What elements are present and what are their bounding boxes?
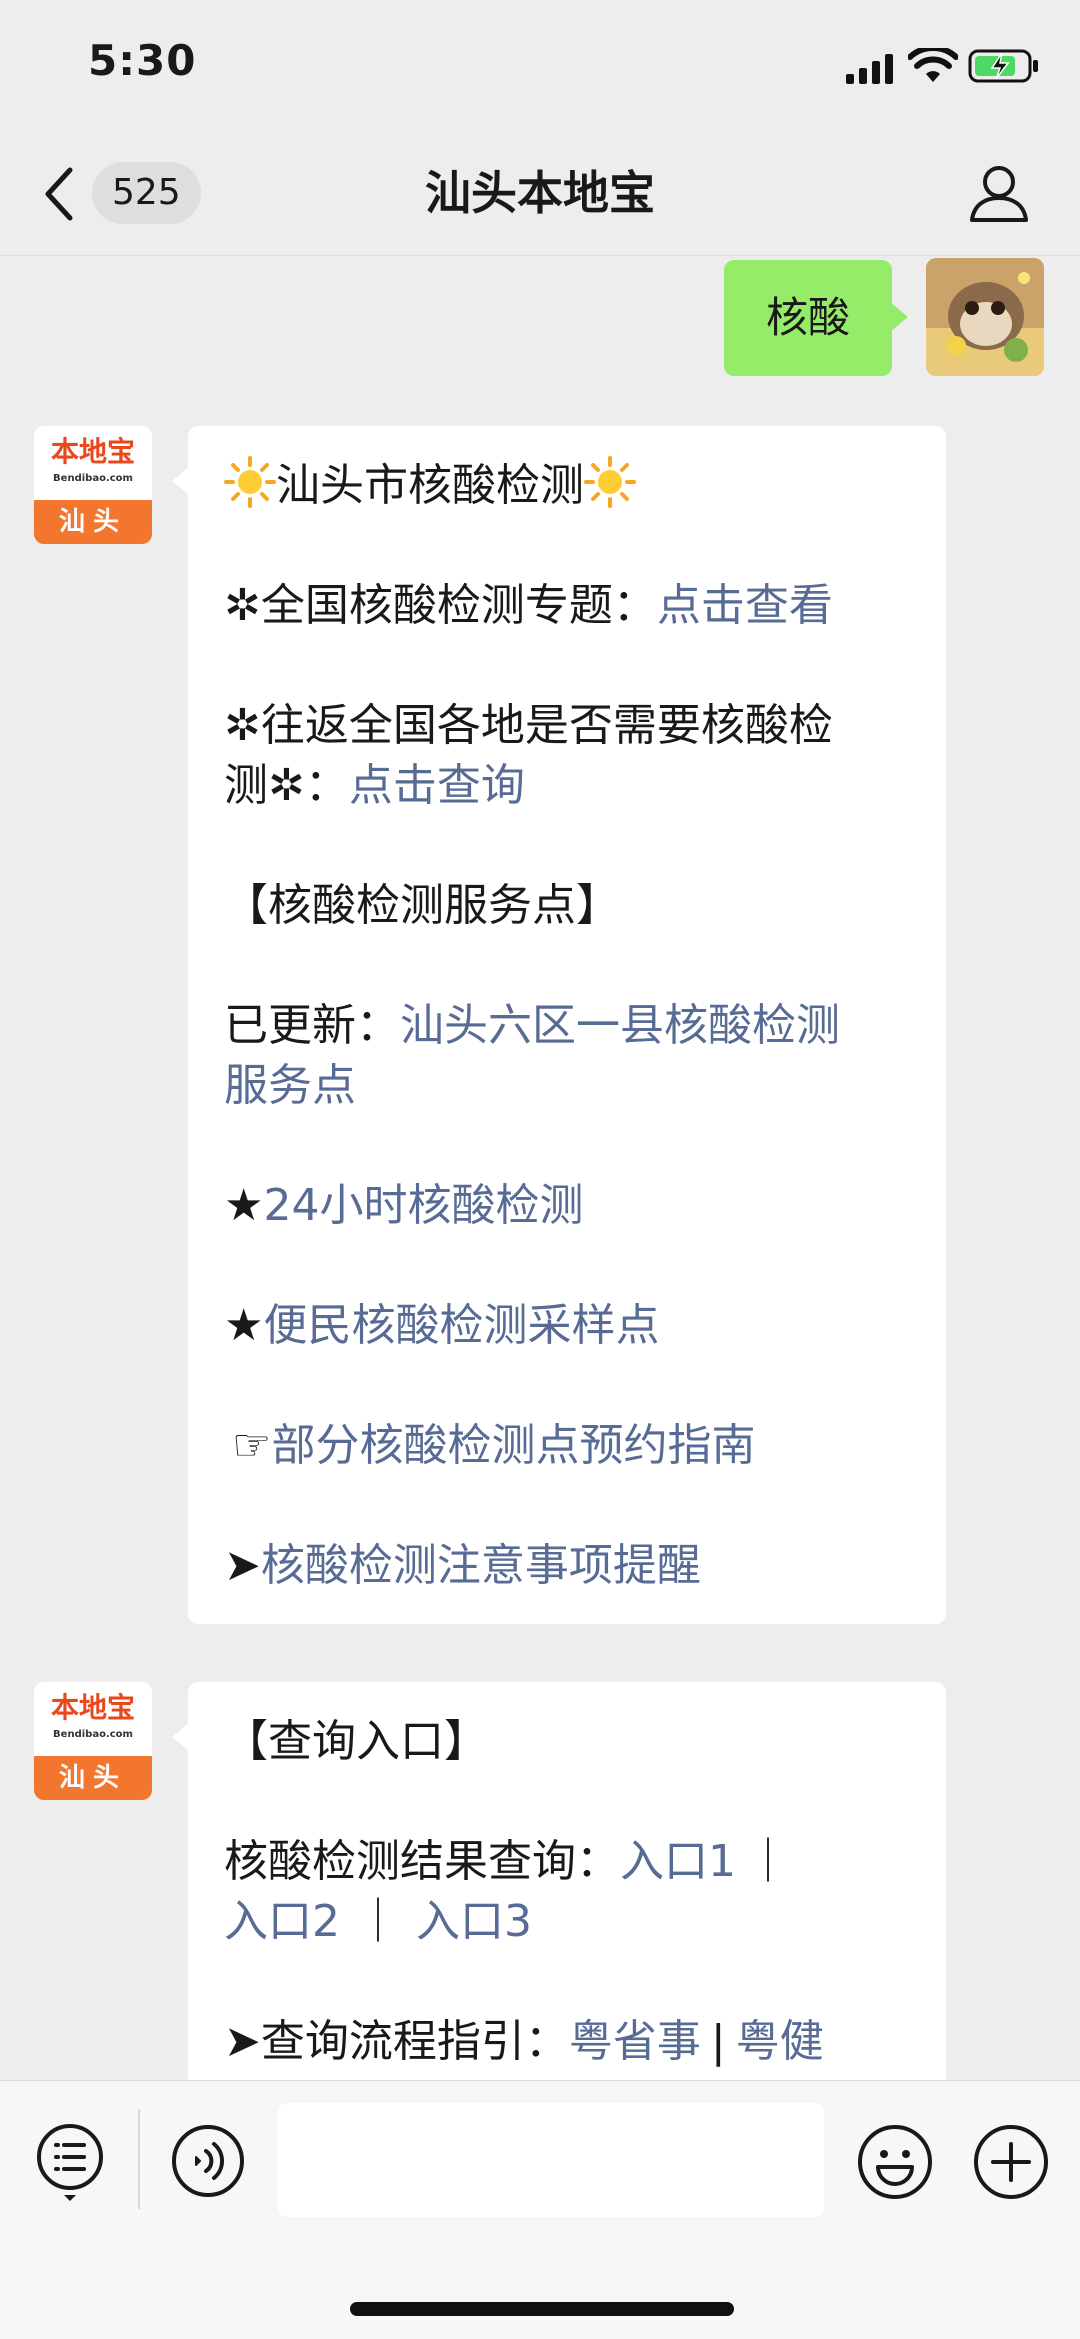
wifi-icon (908, 48, 958, 82)
bendibao-logo-avatar[interactable]: 本地宝 Bendibao.com 汕头 (34, 426, 152, 544)
section-heading: 【核酸检测服务点】 (224, 880, 620, 931)
travel-label-line2: 测✲： (224, 760, 349, 811)
nav-bar: 525 汕头本地宝 (0, 130, 1080, 256)
guide-label: ➤查询流程指引： (224, 2016, 569, 2067)
battery-charging-icon (968, 49, 1038, 83)
cellular-signal-icon (846, 54, 893, 84)
home-indicator (350, 2302, 734, 2316)
emoji-icon[interactable] (856, 2123, 934, 2201)
star-marker: ★ (224, 1180, 264, 1231)
outgoing-message-bubble[interactable]: 核酸 (724, 260, 908, 376)
divider (138, 2109, 140, 2209)
separator: ｜ (356, 1896, 400, 1947)
yuejian-link[interactable]: 粤健 (736, 2016, 824, 2067)
updated-service-points-link[interactable]: 汕头六区一县核酸检测 (400, 1000, 840, 1051)
message-list[interactable]: 核酸 本地宝 Bendibao.com 汕头 汕头市核酸检测 ✲全国核酸检测专题… (0, 256, 1080, 2080)
sampling-points-link[interactable]: 便民核酸检测采样点 (263, 1300, 659, 1351)
status-bar: 5:30 (0, 0, 1080, 130)
entry-2-link[interactable]: 入口2 (224, 1896, 340, 1947)
input-bar (0, 2080, 1080, 2339)
sun-icon (584, 456, 636, 508)
updated-service-points-link-cont[interactable]: 服务点 (224, 1056, 910, 1116)
chat-title: 汕头本地宝 (425, 166, 655, 220)
entry-1-link[interactable]: 入口1 (620, 1836, 736, 1887)
pointing-hand-icon: ☞ (232, 1420, 272, 1471)
testing-notes-link[interactable]: 核酸检测注意事项提醒 (261, 1540, 701, 1591)
user-avatar[interactable] (926, 258, 1044, 376)
travel-label-line1: ✲往返全国各地是否需要核酸检 (224, 700, 833, 751)
arrow-marker: ➤ (224, 1540, 261, 1591)
star-marker: ★ (224, 1300, 264, 1351)
message-input[interactable] (278, 2103, 824, 2217)
menu-list-icon[interactable] (34, 2121, 106, 2205)
bendibao-logo-avatar[interactable]: 本地宝 Bendibao.com 汕头 (34, 1682, 152, 1800)
guide-separator: | (710, 2016, 726, 2067)
separator: ｜ (746, 1836, 790, 1887)
plus-icon[interactable] (972, 2123, 1050, 2201)
updated-label: 已更新： (224, 1000, 400, 1051)
topic-label: ✲全国核酸检测专题： (224, 580, 657, 631)
sun-icon (224, 456, 276, 508)
entry-3-link[interactable]: 入口3 (416, 1896, 532, 1947)
incoming-message-bubble: 汕头市核酸检测 ✲全国核酸检测专题：点击查看 ✲往返全国各地是否需要核酸检 测✲… (172, 426, 946, 1624)
chat-screen: 5:30 525 汕头本地宝 核酸 本地宝 Bendibao.com 汕头 汕头… (0, 0, 1080, 2339)
booking-guide-link[interactable]: 部分核酸检测点预约指南 (271, 1420, 755, 1471)
yueshengshi-link[interactable]: 粤省事 (569, 2016, 701, 2067)
voice-input-icon[interactable] (170, 2123, 246, 2199)
result-query-label: 核酸检测结果查询： (224, 1836, 620, 1887)
topic-link[interactable]: 点击查看 (657, 580, 833, 631)
profile-icon[interactable] (968, 162, 1030, 224)
message-title: 汕头市核酸检测 (276, 460, 584, 511)
travel-query-link[interactable]: 点击查询 (349, 760, 525, 811)
incoming-message-bubble: 【查询入口】 核酸检测结果查询：入口1 ｜ 入口2 ｜入口3 ➤查询流程指引：粤省事… (172, 1682, 946, 2080)
query-heading: 【查询入口】 (224, 1716, 488, 1767)
status-time: 5:30 (88, 36, 197, 85)
24h-testing-link[interactable]: 24小时核酸检测 (263, 1180, 583, 1231)
